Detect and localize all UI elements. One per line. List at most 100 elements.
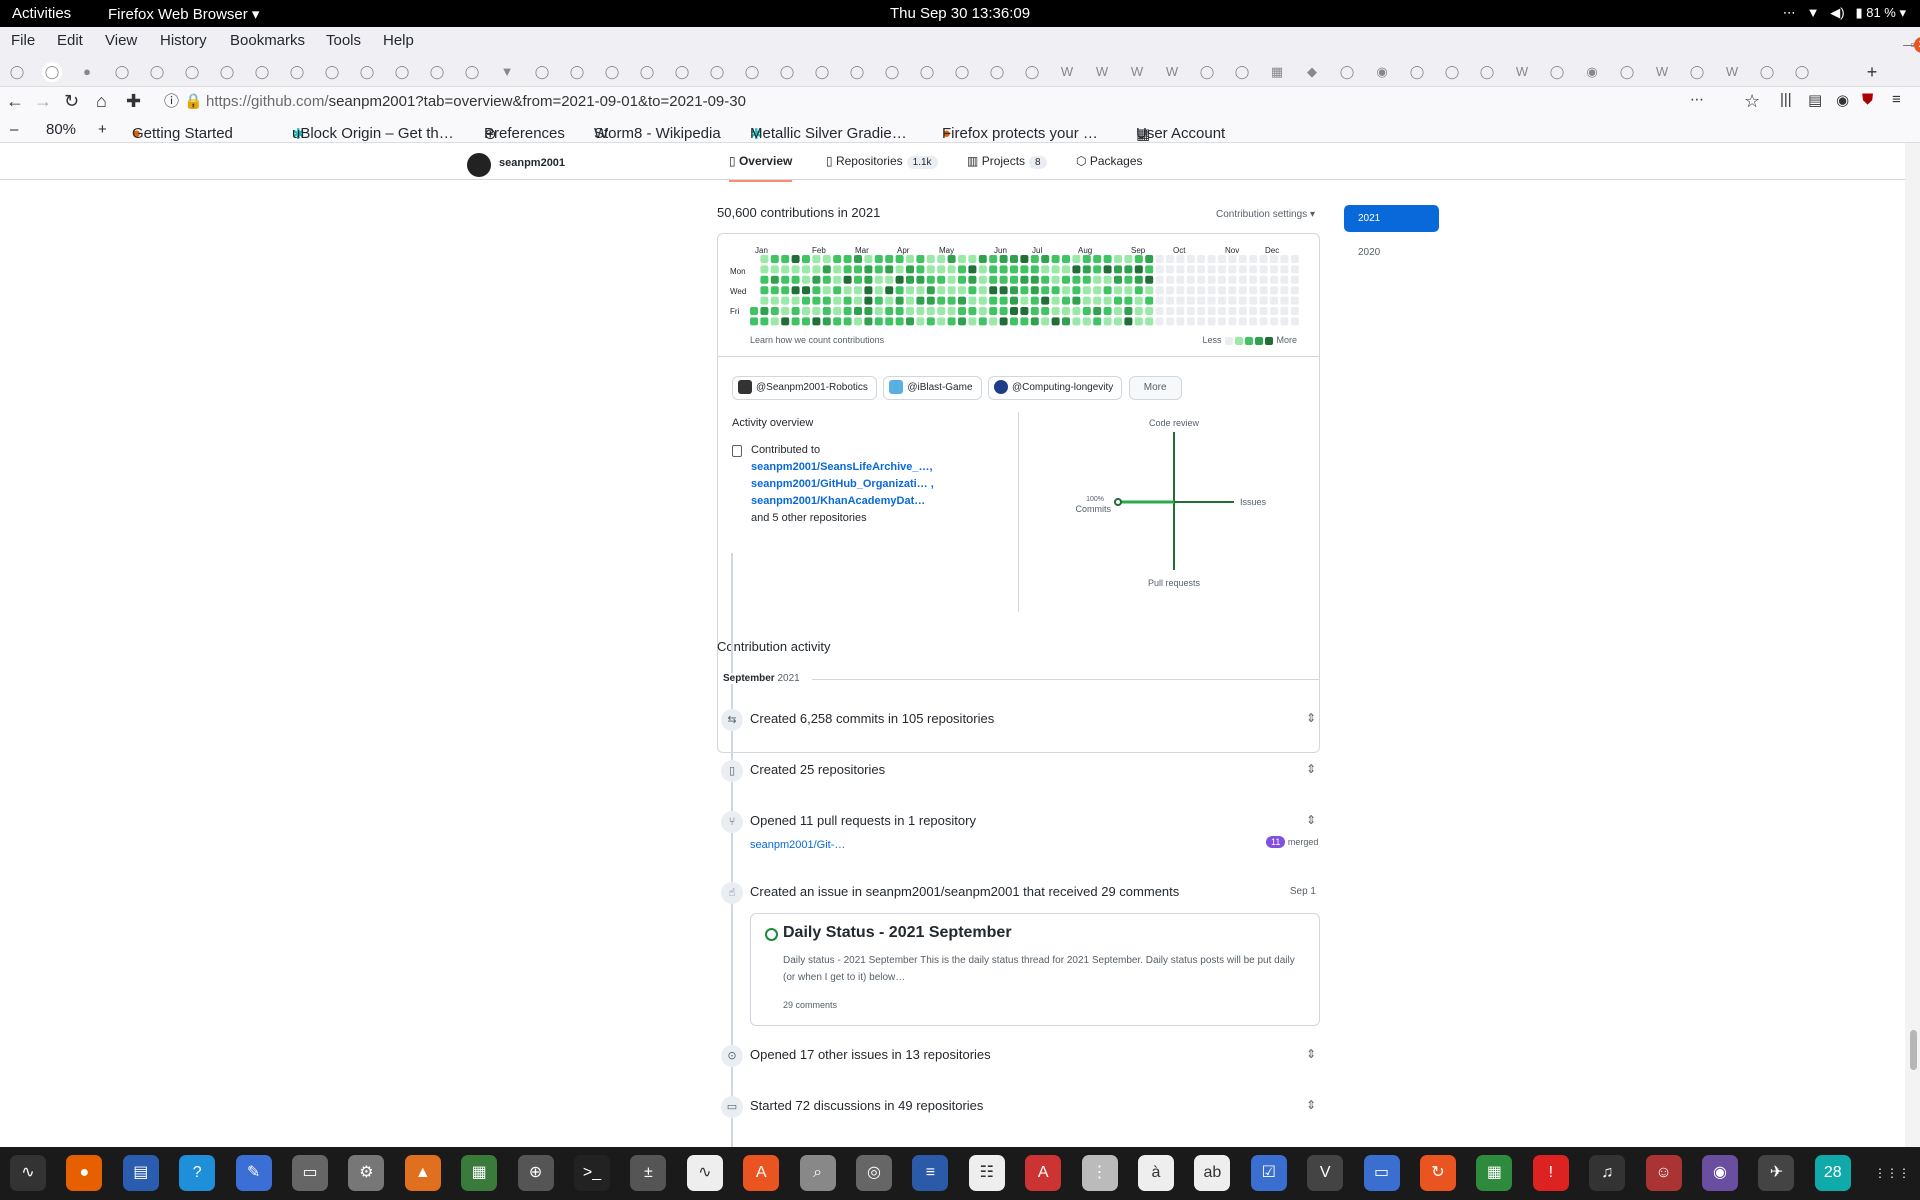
contribution-day[interactable] [926, 286, 935, 295]
contribution-day[interactable] [885, 317, 894, 326]
contribution-day[interactable] [822, 275, 831, 284]
contribution-day[interactable] [947, 275, 956, 284]
contribution-day[interactable] [885, 275, 894, 284]
zoom-in-button[interactable]: + [98, 121, 107, 138]
browser-tab-icon[interactable]: ◯ [427, 62, 447, 82]
contribution-day[interactable] [1249, 317, 1258, 326]
account-icon[interactable]: ◉ [1836, 91, 1849, 109]
contribution-day[interactable] [1290, 317, 1299, 326]
contribution-day[interactable] [1103, 286, 1112, 295]
browser-tab-icon[interactable]: ◯ [322, 62, 342, 82]
contribution-day[interactable] [1228, 255, 1237, 263]
contribution-day[interactable] [885, 286, 894, 295]
contribution-day[interactable] [1176, 296, 1185, 305]
contribution-day[interactable] [791, 275, 800, 284]
contribution-day[interactable] [843, 307, 852, 315]
contribution-day[interactable] [1155, 265, 1164, 274]
browser-tab-icon[interactable]: ◯ [1477, 62, 1497, 82]
contribution-day[interactable] [947, 296, 956, 305]
dock-app-icon[interactable]: ◎ [856, 1155, 892, 1191]
contribution-day[interactable] [1238, 317, 1247, 326]
dock-app-icon[interactable]: ▲ [404, 1155, 441, 1191]
contribution-day[interactable] [1290, 255, 1299, 263]
browser-tab-icon[interactable]: ◯ [392, 62, 412, 82]
contribution-day[interactable] [854, 275, 862, 284]
contribution-day[interactable] [843, 296, 852, 305]
contribution-day[interactable] [1041, 275, 1050, 284]
contribution-day[interactable] [1238, 265, 1247, 274]
contribution-day[interactable] [770, 286, 779, 295]
contribution-day[interactable] [1072, 317, 1081, 326]
contribution-day[interactable] [1062, 317, 1070, 326]
pr-repo-link[interactable]: seanpm2001/Git-… [750, 839, 845, 851]
scrollbar[interactable] [1905, 143, 1920, 1147]
contribution-day[interactable] [1259, 286, 1268, 295]
contribution-day[interactable] [1020, 317, 1029, 326]
forward-icon[interactable]: → [34, 91, 52, 112]
contribution-day[interactable] [1041, 286, 1050, 295]
orgs-more-button[interactable]: More [1128, 376, 1182, 400]
contribution-day[interactable] [812, 255, 821, 263]
contribution-day[interactable] [999, 296, 1008, 305]
tab-overview[interactable]: ▯ Overview [729, 154, 793, 182]
contribution-day[interactable] [916, 265, 925, 274]
contribution-day[interactable] [1124, 255, 1133, 263]
contribution-day[interactable] [1197, 317, 1206, 326]
contribution-day[interactable] [1218, 286, 1226, 295]
dock-app-icon[interactable]: >_ [574, 1155, 610, 1191]
dock-app-icon[interactable]: ▦ [461, 1155, 498, 1191]
issue-comments[interactable]: 29 comments [783, 1000, 837, 1010]
contribution-day[interactable] [874, 265, 883, 274]
issue-card[interactable]: Daily Status - 2021 September Daily stat… [750, 913, 1320, 1026]
contribution-day[interactable] [1030, 265, 1039, 274]
contribution-day[interactable] [864, 286, 873, 295]
contribution-day[interactable] [1010, 307, 1018, 315]
menu-edit[interactable]: Edit [57, 32, 83, 49]
contribution-day[interactable] [1072, 286, 1081, 295]
contribution-day[interactable] [750, 307, 758, 315]
contribution-day[interactable] [926, 275, 935, 284]
contribution-day[interactable] [822, 296, 831, 305]
contribution-day[interactable] [1124, 307, 1133, 315]
contribution-settings-dropdown[interactable]: Contribution settings ▾ [1216, 209, 1315, 220]
contribution-day[interactable] [1155, 307, 1164, 315]
contribution-day[interactable] [1218, 296, 1226, 305]
contribution-day[interactable] [1041, 255, 1050, 263]
contribution-day[interactable] [864, 317, 873, 326]
browser-tab-icon[interactable]: ◯ [812, 62, 832, 82]
browser-tab-icon[interactable]: ◯ [672, 62, 692, 82]
contribution-day[interactable] [843, 265, 852, 274]
contribution-day[interactable] [978, 317, 987, 326]
contribution-day[interactable] [926, 307, 935, 315]
dock-app-icon[interactable]: ↻ [1420, 1155, 1456, 1191]
contribution-day[interactable] [906, 275, 914, 284]
fold-icon[interactable]: ⇕ [1306, 813, 1316, 827]
contribution-day[interactable] [926, 296, 935, 305]
contribution-day[interactable] [1103, 307, 1112, 315]
contribution-day[interactable] [1207, 286, 1216, 295]
browser-tab-icon[interactable]: ◉ [1582, 62, 1602, 82]
back-icon[interactable]: ← [6, 91, 24, 112]
contribution-day[interactable] [1030, 296, 1039, 305]
contribution-day[interactable] [1145, 317, 1154, 326]
org-robotics[interactable]: @Seanpm2001-Robotics [732, 376, 877, 400]
contribution-day[interactable] [1218, 317, 1226, 326]
contribution-day[interactable] [968, 296, 977, 305]
contribution-day[interactable] [968, 307, 977, 315]
contribution-day[interactable] [1093, 255, 1102, 263]
contribution-day[interactable] [968, 317, 977, 326]
contribution-day[interactable] [791, 296, 800, 305]
browser-tab-icon[interactable]: W [1512, 62, 1532, 82]
contribution-day[interactable] [947, 255, 956, 263]
contribution-day[interactable] [1238, 286, 1247, 295]
contribution-day[interactable] [1103, 317, 1112, 326]
browser-tab-icon[interactable]: ◯ [462, 62, 482, 82]
issue-title[interactable]: Daily Status - 2021 September [783, 924, 1012, 942]
menu-tools[interactable]: Tools [326, 32, 361, 49]
activity-commits[interactable]: ⇆ Created 6,258 commits in 105 repositori… [717, 705, 1320, 739]
contribution-day[interactable] [1134, 265, 1143, 274]
contribution-day[interactable] [791, 307, 800, 315]
contribution-day[interactable] [770, 317, 779, 326]
contribution-day[interactable] [978, 296, 987, 305]
contribution-day[interactable] [1134, 296, 1143, 305]
